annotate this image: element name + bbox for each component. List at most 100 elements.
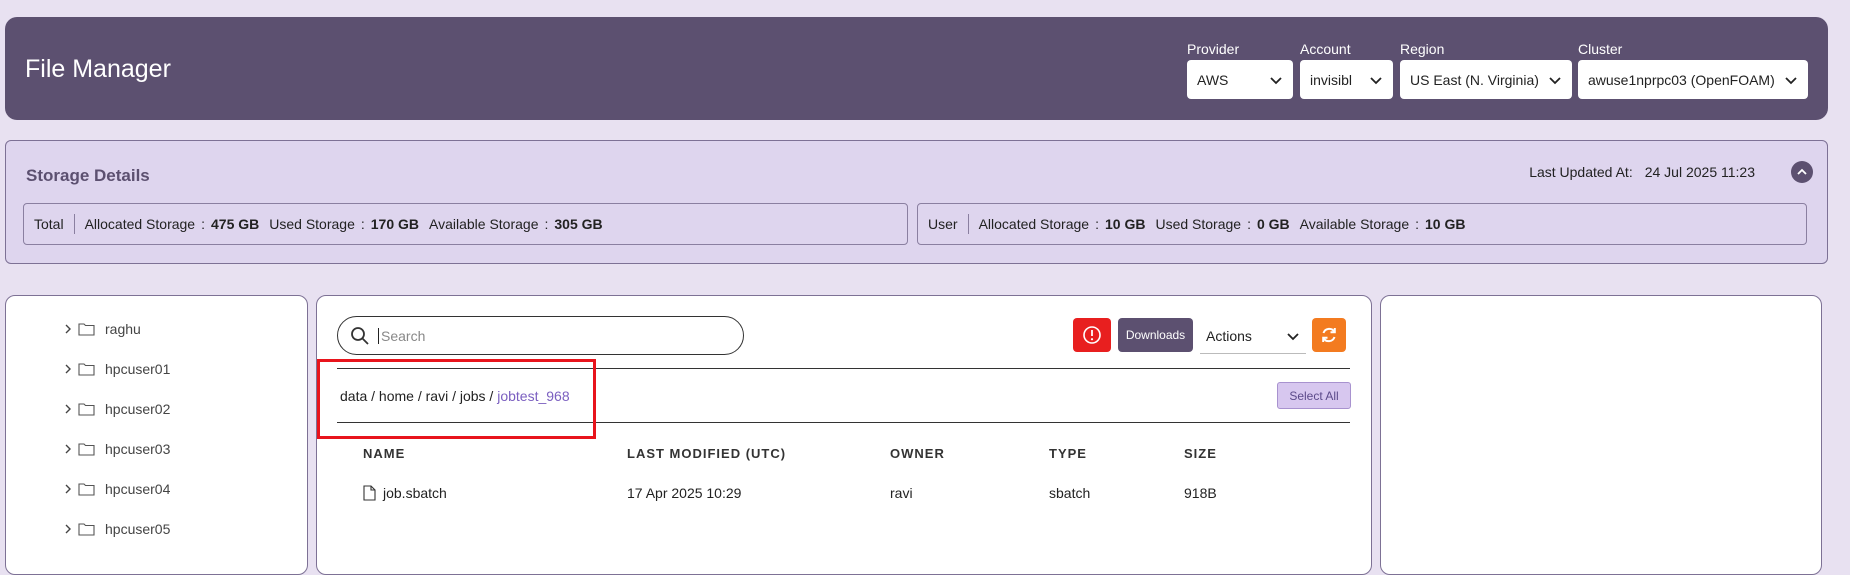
chevron-right-icon[interactable] xyxy=(62,363,74,375)
account-label: Account xyxy=(1300,41,1351,57)
app-title: File Manager xyxy=(25,55,171,83)
tree-item-hpcuser01[interactable]: hpcuser01 xyxy=(62,358,170,380)
refresh-icon xyxy=(1322,327,1336,343)
actions-dropdown[interactable]: Actions xyxy=(1200,318,1306,354)
available-label: Available Storage xyxy=(429,216,539,232)
cluster-value: awuse1nprpc03 (OpenFOAM) xyxy=(1588,71,1775,88)
select-all-button[interactable]: Select All xyxy=(1277,382,1351,409)
chevron-down-icon xyxy=(1269,73,1283,87)
region-selector: Region US East (N. Virginia) xyxy=(1400,41,1572,99)
tree-item-label: hpcuser04 xyxy=(105,481,171,497)
available-value: 10 GB xyxy=(1425,216,1466,232)
column-header-name[interactable]: NAME xyxy=(363,446,405,461)
chevron-down-icon xyxy=(1784,73,1798,87)
provider-selector: Provider AWS xyxy=(1187,41,1293,99)
actions-label: Actions xyxy=(1206,327,1252,344)
breadcrumb-separator: / xyxy=(485,388,498,404)
used-value: 170 GB xyxy=(370,216,419,232)
chevron-right-icon[interactable] xyxy=(62,523,74,535)
tree-item-label: hpcuser03 xyxy=(105,441,171,457)
tree-item-label: hpcuser01 xyxy=(105,361,171,377)
file-type: sbatch xyxy=(1049,485,1091,501)
separator: : xyxy=(1415,216,1420,232)
alert-button[interactable] xyxy=(1073,318,1111,352)
folder-icon xyxy=(78,362,95,376)
separator: : xyxy=(360,216,365,232)
tree-item-raghu[interactable]: raghu xyxy=(62,318,141,340)
divider xyxy=(337,368,1350,369)
region-value: US East (N. Virginia) xyxy=(1410,71,1539,88)
folder-icon xyxy=(78,402,95,416)
allocated-value: 475 GB xyxy=(211,216,260,232)
app-header: File Manager Provider AWS Account invisi… xyxy=(5,17,1828,120)
used-value: 0 GB xyxy=(1256,216,1290,232)
search-icon xyxy=(351,326,369,345)
breadcrumb-item[interactable]: ravi xyxy=(426,388,449,404)
chevron-right-icon[interactable] xyxy=(62,323,74,335)
tree-item-hpcuser03[interactable]: hpcuser03 xyxy=(62,438,170,460)
provider-value: AWS xyxy=(1197,71,1229,88)
breadcrumb-separator: / xyxy=(413,388,426,404)
downloads-button[interactable]: Downloads xyxy=(1118,318,1193,352)
file-size: 918B xyxy=(1184,485,1217,501)
breadcrumb: data / home / ravi / jobs / jobtest_968 xyxy=(340,388,570,404)
column-header-modified[interactable]: LAST MODIFIED (UTC) xyxy=(627,446,786,461)
divider xyxy=(337,422,1350,423)
table-row[interactable]: job.sbatch 17 Apr 2025 10:29 ravi sbatch… xyxy=(317,481,1371,505)
provider-dropdown[interactable]: AWS xyxy=(1187,60,1293,99)
separator: : xyxy=(1247,216,1251,232)
chevron-right-icon[interactable] xyxy=(62,403,74,415)
tree-item-hpcuser04[interactable]: hpcuser04 xyxy=(62,478,170,500)
total-storage-box: Total Allocated Storage:475 GB Used Stor… xyxy=(23,203,908,245)
search-input[interactable] xyxy=(378,327,743,344)
file-name: job.sbatch xyxy=(383,485,447,501)
storage-details-panel: Storage Details Last Updated At: 24 Jul 2… xyxy=(5,140,1828,264)
allocated-value: 10 GB xyxy=(1104,216,1146,232)
cluster-dropdown[interactable]: awuse1nprpc03 (OpenFOAM) xyxy=(1578,60,1808,99)
separator: : xyxy=(201,216,205,232)
folder-icon xyxy=(78,322,95,336)
chevron-right-icon[interactable] xyxy=(62,483,74,495)
chevron-right-icon[interactable] xyxy=(62,443,74,455)
available-value: 305 GB xyxy=(554,216,603,232)
user-storage-box: User Allocated Storage:10 GB Used Storag… xyxy=(917,203,1807,245)
folder-icon xyxy=(78,522,95,536)
collapse-storage-button[interactable] xyxy=(1791,161,1813,183)
used-label: Used Storage xyxy=(1155,216,1242,232)
tree-item-hpcuser02[interactable]: hpcuser02 xyxy=(62,398,170,420)
alert-circle-icon xyxy=(1083,326,1101,344)
last-updated-label: Last Updated At: xyxy=(1529,164,1633,180)
file-list-panel: Downloads Actions data / home / ravi / j… xyxy=(316,295,1372,575)
region-label: Region xyxy=(1400,41,1445,57)
allocated-label: Allocated Storage xyxy=(84,216,196,232)
folder-icon xyxy=(78,482,95,496)
breadcrumb-item[interactable]: jobs xyxy=(460,388,486,404)
region-dropdown[interactable]: US East (N. Virginia) xyxy=(1400,60,1572,99)
account-dropdown[interactable]: invisibl xyxy=(1300,60,1393,99)
available-label: Available Storage xyxy=(1299,216,1410,232)
refresh-button[interactable] xyxy=(1312,318,1346,352)
tree-item-label: hpcuser02 xyxy=(105,401,171,417)
column-header-type[interactable]: TYPE xyxy=(1049,446,1087,461)
chevron-up-icon xyxy=(1797,168,1807,175)
provider-label: Provider xyxy=(1187,41,1240,57)
account-value: invisibl xyxy=(1310,71,1353,88)
search-box[interactable] xyxy=(337,316,744,355)
tree-item-hpcuser05[interactable]: hpcuser05 xyxy=(62,518,170,540)
cluster-selector: Cluster awuse1nprpc03 (OpenFOAM) xyxy=(1578,41,1808,99)
breadcrumb-item[interactable]: data xyxy=(340,388,367,404)
file-name-cell[interactable]: job.sbatch xyxy=(363,481,447,505)
column-header-size[interactable]: SIZE xyxy=(1184,446,1217,461)
total-tag: Total xyxy=(34,214,75,234)
chevron-down-icon xyxy=(1286,329,1300,343)
breadcrumb-item[interactable]: home xyxy=(379,388,414,404)
last-updated-value: 24 Jul 2025 11:23 xyxy=(1644,164,1755,180)
file-icon xyxy=(363,485,376,501)
column-header-owner[interactable]: OWNER xyxy=(890,446,945,461)
chevron-down-icon xyxy=(1369,73,1383,87)
breadcrumb-current[interactable]: jobtest_968 xyxy=(497,388,569,404)
details-panel xyxy=(1380,295,1822,575)
breadcrumb-separator: / xyxy=(367,388,379,404)
tree-item-label: raghu xyxy=(105,321,141,337)
breadcrumb-separator: / xyxy=(448,388,460,404)
